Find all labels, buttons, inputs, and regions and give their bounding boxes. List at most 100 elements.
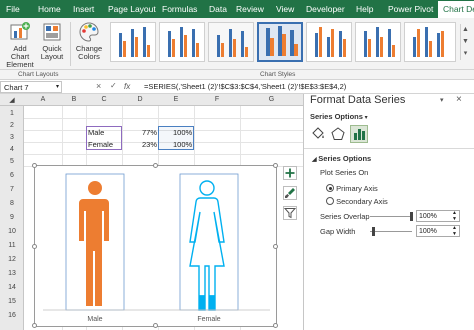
close-icon[interactable]: ×: [456, 94, 462, 105]
resize-handle[interactable]: [273, 323, 278, 328]
column-header-d[interactable]: D: [122, 96, 158, 103]
fill-line-tab[interactable]: [310, 126, 326, 142]
row-header[interactable]: 15: [0, 298, 24, 305]
tab-data[interactable]: Data: [209, 4, 227, 14]
row-header[interactable]: 2: [0, 122, 24, 129]
chart-style-5[interactable]: [306, 22, 352, 62]
tab-developer[interactable]: Developer: [306, 4, 345, 14]
row-header[interactable]: 12: [0, 256, 24, 263]
confirm-icon[interactable]: ✓: [110, 81, 117, 90]
male-figure-icon[interactable]: [79, 181, 109, 306]
cell-e3[interactable]: 100%: [173, 128, 192, 137]
series-options-section-header[interactable]: ◢ Series Options: [312, 154, 371, 163]
tab-file[interactable]: File: [6, 4, 20, 14]
tab-review[interactable]: Review: [236, 4, 264, 14]
series-overlap-input[interactable]: 100% ▲ ▼: [416, 210, 460, 222]
resize-handle[interactable]: [153, 323, 158, 328]
cancel-icon[interactable]: ×: [96, 81, 101, 91]
chart-plot[interactable]: Male Female: [35, 166, 278, 328]
cell-e4[interactable]: 100%: [173, 140, 192, 149]
fx-icon[interactable]: fx: [124, 82, 130, 91]
column-header-f[interactable]: F: [194, 96, 240, 103]
gap-width-spinner-icon[interactable]: ▲ ▼: [452, 225, 457, 237]
pane-divider: [304, 148, 474, 149]
series-overlap-slider-track[interactable]: [370, 216, 412, 217]
pane-options-dropdown-icon[interactable]: ▾: [440, 96, 444, 104]
column-header-b[interactable]: B: [62, 96, 86, 103]
tab-insert[interactable]: Insert: [73, 4, 94, 14]
tab-help[interactable]: Help: [356, 4, 373, 14]
row-header[interactable]: 5: [0, 158, 24, 165]
row-header[interactable]: 8: [0, 200, 24, 207]
female-figure-icon[interactable]: [189, 180, 225, 311]
tab-home[interactable]: Home: [38, 4, 61, 14]
cell-d4[interactable]: 23%: [142, 140, 157, 149]
category-label-female[interactable]: Female: [197, 316, 220, 323]
chart-filters-button[interactable]: [283, 206, 297, 220]
formula-input[interactable]: =SERIES(,'Sheet1 (2)'!$C$3:$C$4,'Sheet1 …: [144, 82, 346, 91]
tab-view[interactable]: View: [276, 4, 294, 14]
chart-style-4[interactable]: [257, 22, 303, 62]
chart-area[interactable]: Male Female: [32, 163, 278, 328]
row-header[interactable]: 3: [0, 134, 24, 141]
resize-handle[interactable]: [32, 244, 37, 249]
row-header[interactable]: 13: [0, 270, 24, 277]
series-options-chart-tab[interactable]: [350, 125, 368, 143]
select-all-corner[interactable]: ◢: [0, 96, 24, 104]
chart-style-6[interactable]: [355, 22, 401, 62]
row-header[interactable]: 16: [0, 312, 24, 319]
chart-elements-button[interactable]: [283, 166, 297, 180]
primary-axis-radio[interactable]: [326, 184, 334, 192]
column-header-e[interactable]: E: [158, 96, 194, 103]
row-header[interactable]: 7: [0, 186, 24, 193]
row-header[interactable]: 10: [0, 228, 24, 235]
primary-axis-option[interactable]: Primary Axis: [326, 183, 378, 193]
category-label-male[interactable]: Male: [87, 316, 102, 323]
cell-c4[interactable]: Female: [88, 140, 113, 149]
resize-handle[interactable]: [32, 323, 37, 328]
tab-chart-design[interactable]: Chart Des: [438, 1, 474, 18]
gap-width-slider-track[interactable]: [370, 231, 412, 232]
add-chart-element-label: Add Chart Element: [6, 44, 34, 69]
name-box[interactable]: Chart 7: [0, 81, 62, 93]
series-overlap-spinner-icon[interactable]: ▲ ▼: [452, 210, 457, 222]
series-options-tab[interactable]: Series Options ▾: [310, 112, 368, 121]
chart-style-1[interactable]: [110, 22, 156, 62]
tab-power-pivot[interactable]: Power Pivot: [388, 4, 433, 14]
gap-width-input[interactable]: 100% ▲ ▼: [416, 225, 460, 237]
change-colors-button[interactable]: Change Colors: [74, 21, 104, 61]
row-header[interactable]: 4: [0, 146, 24, 153]
quick-layout-button[interactable]: Quick Layout: [38, 21, 66, 61]
secondary-axis-option[interactable]: Secondary Axis: [326, 196, 388, 206]
add-chart-element-button[interactable]: Add Chart Element: [4, 21, 36, 69]
name-box-dropdown-icon[interactable]: ▾: [56, 83, 59, 90]
cell-d3[interactable]: 77%: [142, 128, 157, 137]
column-header-c[interactable]: C: [86, 96, 122, 103]
tab-formulas[interactable]: Formulas: [162, 4, 197, 14]
row-header[interactable]: 6: [0, 172, 24, 179]
format-data-series-pane: Format Data Series ▾ × Series Options ▾ …: [303, 94, 474, 330]
series-overlap-slider-thumb[interactable]: [410, 212, 413, 221]
tab-page-layout[interactable]: Page Layout: [108, 4, 156, 14]
secondary-axis-radio[interactable]: [326, 197, 334, 205]
chart-style-7[interactable]: [404, 22, 456, 62]
gap-width-slider-thumb[interactable]: [372, 227, 375, 236]
resize-handle[interactable]: [273, 163, 278, 168]
plus-icon: [285, 168, 295, 178]
chart-style-2[interactable]: [159, 22, 205, 62]
effects-tab[interactable]: [330, 126, 346, 142]
chart-styles-scroll[interactable]: ▲ ▼ ▾: [460, 24, 470, 60]
row-header[interactable]: 11: [0, 242, 24, 249]
row-header[interactable]: 1: [0, 110, 24, 117]
column-header-g[interactable]: G: [240, 96, 303, 103]
row-header[interactable]: 9: [0, 214, 24, 221]
row-header[interactable]: 14: [0, 284, 24, 291]
resize-handle[interactable]: [32, 163, 37, 168]
resize-handle[interactable]: [153, 163, 158, 168]
column-header-a[interactable]: A: [24, 96, 62, 103]
chart-styles-button[interactable]: [283, 186, 297, 200]
resize-handle[interactable]: [273, 244, 278, 249]
cell-c3[interactable]: Male: [88, 128, 104, 137]
bar-chart-icon: [354, 129, 365, 140]
chart-style-3[interactable]: [208, 22, 254, 62]
